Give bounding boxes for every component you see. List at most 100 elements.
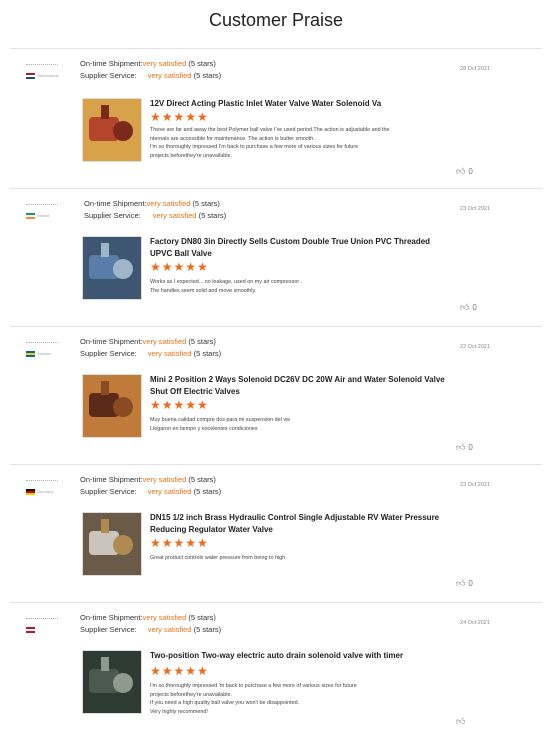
shipment-label: On-time Shipment: [80, 59, 143, 68]
review-card: Ireland On-time Shipment:very satisfied (… [0, 188, 552, 336]
product-title-link[interactable]: Two-position Two-way electric auto drain… [150, 650, 450, 662]
like-count: 0 [468, 167, 473, 176]
product-image[interactable] [82, 374, 142, 438]
shipment-satisfaction: very satisfied [142, 613, 187, 622]
product-title-link[interactable]: 12V Direct Acting Plastic Inlet Water Va… [150, 98, 450, 110]
reviewer-name [26, 618, 58, 621]
shipment-rating: On-time Shipment:very satisfied (5 stars… [80, 336, 221, 348]
shipment-rating: On-time Shipment:very satisfied (5 stars… [80, 58, 221, 70]
product-photo [83, 651, 141, 713]
like-button[interactable]: 👍︎ [456, 716, 468, 727]
review-date: 28 Oct 2021 [460, 66, 490, 72]
product-image[interactable] [82, 650, 142, 714]
country-flag-icon [26, 626, 35, 633]
like-count: 0 [468, 579, 473, 588]
shipment-rating: On-time Shipment:very satisfied (5 stars… [80, 474, 221, 486]
service-rating: Supplier Service: very satisfied (5 stars… [80, 486, 221, 498]
review-divider [10, 602, 542, 603]
service-stars-text: (5 stars) [193, 625, 222, 634]
reviewer-name [26, 480, 58, 483]
review-divider [10, 326, 542, 327]
comment-line: The handles seem solid and move smoothly… [150, 287, 257, 294]
reviewer-country: Ireland [37, 213, 50, 219]
review-card: On-time Shipment:very satisfied (5 stars… [0, 602, 552, 750]
service-label: Supplier Service: [80, 625, 137, 634]
thumbs-up-icon: 👍︎ [456, 166, 466, 176]
shipment-label: On-time Shipment: [80, 613, 143, 622]
product-title-link[interactable]: DN15 1/2 inch Brass Hydraulic Control Si… [150, 512, 450, 535]
shipment-satisfaction: very satisfied [142, 337, 187, 346]
reviewer-name [26, 342, 58, 345]
like-button[interactable]: 👍︎ 0 [460, 302, 477, 313]
thumbs-up-icon: 👍︎ [456, 442, 466, 452]
review-comment: I'm so thoroughly impressed 'm back to p… [150, 682, 450, 716]
star-rating: ★★★★★ [150, 398, 209, 412]
shipment-label: On-time Shipment: [84, 199, 147, 208]
like-button[interactable]: 👍︎ 0 [456, 442, 473, 453]
review-card: Germany On-time Shipment:very satisfied (… [0, 464, 552, 612]
comment-line: projects beforethey're unavailable. [150, 691, 232, 698]
review-card: Sweden On-time Shipment:very satisfied (5… [0, 326, 552, 474]
reviewer-country: Sweden [37, 351, 52, 357]
country-flag-icon [26, 350, 35, 357]
shipment-stars-text: (5 stars) [188, 59, 216, 68]
comment-line: Muy buena calidad compre dos para mi sus… [150, 417, 290, 423]
product-image[interactable] [82, 98, 142, 162]
service-satisfaction: very satisfied [147, 625, 192, 634]
review-divider [10, 48, 542, 49]
like-button[interactable]: 👍︎ 0 [456, 166, 473, 177]
review-date: 24 Oct 2021 [460, 620, 490, 626]
star-rating: ★★★★★ [150, 664, 209, 678]
comment-line: I'm so thoroughly impressed 'm back to p… [150, 683, 357, 689]
shipment-label: On-time Shipment: [80, 475, 143, 484]
service-satisfaction: very satisfied [152, 211, 197, 220]
comment-line: If you need a high quality ball valve yo… [150, 700, 300, 707]
review-divider [10, 464, 542, 465]
review-card: Netherlands On-time Shipment:very satisfi… [0, 48, 552, 196]
service-stars-text: (5 stars) [193, 487, 222, 496]
comment-line: projects beforethey're unavailable. [150, 152, 232, 159]
comment-line: Very highly recommend! [150, 708, 208, 715]
reviewer-info: Germany [18, 480, 62, 501]
comment-line: nternals are accessible for maintenance.… [150, 135, 315, 142]
service-rating: Supplier Service: very satisfied (5 stars… [80, 348, 221, 360]
reviewer-info [18, 618, 62, 639]
service-satisfaction: very satisfied [147, 349, 192, 358]
rating-summary: On-time Shipment:very satisfied (5 stars… [80, 612, 221, 636]
service-rating: Supplier Service: very satisfied (5 stars… [80, 624, 221, 636]
shipment-satisfaction: very satisfied [142, 59, 187, 68]
product-title-link[interactable]: Factory DN80 3in Directly Sells Custom D… [150, 236, 450, 259]
service-satisfaction: very satisfied [147, 487, 192, 496]
star-rating: ★★★★★ [150, 536, 209, 550]
rating-summary: On-time Shipment:very satisfied (5 stars… [84, 198, 226, 222]
star-rating: ★★★★★ [150, 110, 209, 124]
product-image[interactable] [82, 236, 142, 300]
reviewer-name [26, 204, 58, 207]
review-comment: Muy buena calidad compre dos para mi sus… [150, 416, 450, 433]
review-comment: These are far and away the best Polymer … [150, 126, 450, 160]
product-title-link[interactable]: Mini 2 Position 2 Ways Solenoid DC26V DC… [150, 374, 450, 397]
product-photo [83, 99, 141, 161]
shipment-rating: On-time Shipment:very satisfied (5 stars… [80, 612, 221, 624]
reviewer-country: Netherlands [37, 73, 59, 79]
shipment-satisfaction: very satisfied [146, 199, 191, 208]
review-divider [10, 188, 542, 189]
service-stars-text: (5 stars) [193, 71, 222, 80]
shipment-stars-text: (5 stars) [188, 475, 216, 484]
reviewer-name [26, 64, 58, 67]
rating-summary: On-time Shipment:very satisfied (5 stars… [80, 474, 221, 498]
reviewer-info: Ireland [18, 204, 62, 225]
like-button[interactable]: 👍︎ 0 [456, 578, 473, 589]
service-rating: Supplier Service: very satisfied (5 stars… [80, 70, 221, 82]
service-label: Supplier Service: [80, 487, 137, 496]
rating-summary: On-time Shipment:very satisfied (5 stars… [80, 336, 221, 360]
thumbs-up-icon: 👍︎ [456, 716, 466, 726]
service-stars-text: (5 stars) [198, 211, 227, 220]
shipment-stars-text: (5 stars) [188, 337, 216, 346]
product-photo [83, 513, 141, 575]
product-photo [83, 237, 141, 299]
comment-line: These are far and away the best Polymer … [150, 127, 390, 133]
product-image[interactable] [82, 512, 142, 576]
shipment-satisfaction: very satisfied [142, 475, 187, 484]
star-rating: ★★★★★ [150, 260, 209, 274]
